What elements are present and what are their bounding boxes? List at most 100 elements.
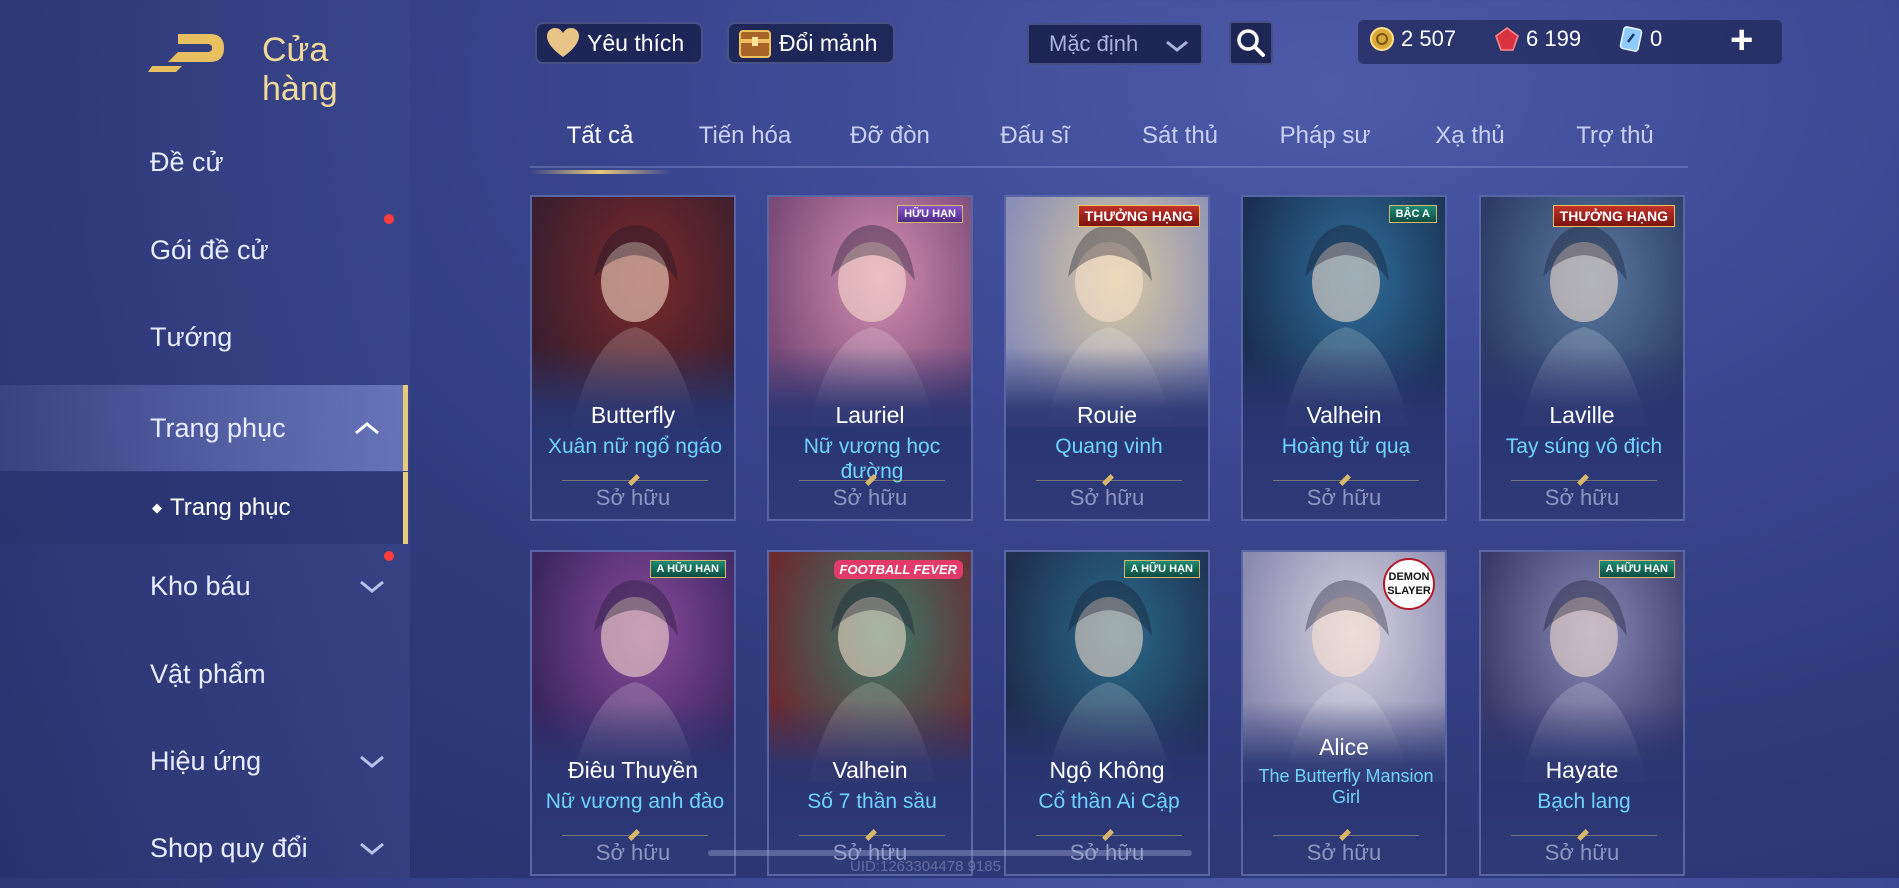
sidebar-item-effects[interactable]: Hiệu ứng	[0, 721, 408, 801]
skin-name: Xuân nữ ngổ ngáo	[547, 435, 723, 458]
skin-badge: A HỮU HẠN	[1598, 560, 1675, 578]
sort-dropdown[interactable]: Mặc định	[1027, 23, 1203, 65]
hero-name: Valhein	[832, 757, 908, 783]
add-currency-button[interactable]: +	[1730, 20, 1753, 60]
chevron-down-icon	[360, 755, 384, 768]
category-tabs: Tất cả Tiến hóa Đỡ đòn Đấu sĩ Sát thủ Ph…	[530, 112, 1688, 174]
gold-coin-icon	[1370, 27, 1394, 51]
hero-name: Butterfly	[590, 402, 676, 428]
skin-card[interactable]: THƯỞNG HẠNG Laville Tay súng vô địch Sở hữu	[1479, 195, 1685, 521]
skin-badge: THƯỞNG HẠNG	[1552, 205, 1675, 227]
owned-status: Sở hữu	[832, 485, 908, 510]
tab-evolution[interactable]: Tiến hóa	[675, 122, 815, 150]
hero-name: Ngộ Không	[1049, 757, 1165, 783]
gem-amount: 6 199	[1526, 26, 1582, 51]
owned-status: Sở hữu	[595, 485, 671, 510]
skin-name: Bạch lang	[1537, 790, 1631, 813]
sidebar-subitem-skins[interactable]: ◆ Trang phục	[0, 472, 408, 544]
skin-badge: FOOTBALL FEVER	[833, 560, 963, 579]
search-icon	[1237, 29, 1265, 57]
tab-label: Tất cả	[566, 122, 634, 149]
skin-card[interactable]: FOOTBALL FEVER Valhein Số 7 thần sầu Sở hữu	[767, 550, 973, 876]
active-tab-indicator	[530, 170, 670, 174]
sidebar-item-label: Kho báu	[150, 570, 251, 601]
owned-status: Sở hữu	[1069, 485, 1145, 510]
owned-status: Sở hữu	[1306, 840, 1382, 865]
hero-name: Điêu Thuyền	[568, 757, 698, 783]
hero-name: Valhein	[1306, 402, 1382, 428]
owned-status: Sở hữu	[1544, 840, 1620, 865]
sidebar-item-label: Trang phục	[150, 412, 286, 443]
skin-card[interactable]: A HỮU HẠN Hayate Bạch lang Sở hữu	[1479, 550, 1685, 876]
voucher-amount: 0	[1650, 26, 1663, 51]
sidebar-item-label: Hiệu ứng	[150, 745, 262, 776]
sidebar-item-heroes[interactable]: Tướng	[0, 297, 408, 377]
owned-status: Sở hữu	[1306, 485, 1382, 510]
favorite-button[interactable]: Yêu thích	[535, 22, 703, 64]
sidebar-item-label: Tướng	[150, 321, 233, 352]
skin-name: Cổ thần Ai Cập	[1038, 790, 1180, 813]
gold-balance: 2 507	[1369, 26, 1456, 52]
skin-card[interactable]: BẬC A Valhein Hoàng tử quạ Sở hữu	[1241, 195, 1447, 521]
skin-name: Nữ vương anh đào	[545, 790, 725, 813]
notification-dot	[384, 551, 394, 561]
skin-badge: BẬC A	[1388, 205, 1437, 223]
skin-name: The Butterfly Mansion Girl	[1258, 766, 1434, 807]
sidebar-item-label: Đề cử	[150, 146, 224, 177]
chest-icon	[739, 30, 771, 58]
owned-status: Sở hữu	[595, 840, 671, 865]
skin-badge: DEMON SLAYER	[1383, 558, 1435, 610]
tab-marksman[interactable]: Xạ thủ	[1400, 122, 1540, 150]
sidebar-item-treasure[interactable]: Kho báu	[0, 546, 408, 626]
sidebar-item-recommended-packs[interactable]: Gói đề cử	[0, 210, 408, 290]
skin-card[interactable]: DEMON SLAYER Alice The Butterfly Mansion G…	[1241, 550, 1447, 876]
uid-watermark: UID:1263304478 9185	[850, 858, 1001, 875]
scroll-indicator	[708, 850, 1192, 856]
skin-badge: HỮU HẠN	[897, 205, 963, 223]
gem-balance: 6 199	[1494, 26, 1581, 52]
skin-card[interactable]: THƯỞNG HẠNG Rouie Quang vinh Sở hữu	[1004, 195, 1210, 521]
hero-name: Alice	[1319, 734, 1369, 760]
voucher-icon	[1619, 26, 1643, 52]
sidebar: Cửa hàng Đề cử Gói đề cử Tướng Trang phụ…	[0, 0, 410, 878]
tab-assassin[interactable]: Sát thủ	[1110, 122, 1250, 150]
tab-support[interactable]: Trợ thủ	[1545, 122, 1685, 150]
sidebar-item-exchange-shop[interactable]: Shop quy đổi	[0, 808, 408, 888]
sidebar-item-skins[interactable]: Trang phục	[0, 385, 408, 471]
search-button[interactable]	[1229, 21, 1273, 65]
back-button[interactable]	[148, 28, 228, 72]
sidebar-subitem-label: Trang phục	[170, 494, 291, 521]
skin-name: Số 7 thần sầu	[807, 790, 937, 813]
sidebar-item-label: Gói đề cử	[150, 234, 269, 265]
exchange-fragments-button[interactable]: Đổi mảnh	[727, 22, 895, 64]
heart-icon	[547, 28, 579, 57]
skin-name: Hoàng tử quạ	[1281, 435, 1411, 458]
skin-name: Quang vinh	[1055, 435, 1163, 458]
hero-name: Lauriel	[835, 402, 905, 428]
hero-name: Hayate	[1545, 757, 1619, 783]
chevron-up-icon	[355, 422, 379, 435]
sidebar-item-recommended[interactable]: Đề cử	[0, 122, 408, 202]
tab-fighter[interactable]: Đấu sĩ	[965, 122, 1105, 150]
skin-card[interactable]: HỮU HẠN Lauriel Nữ vương học đường Sở hữu	[767, 195, 973, 521]
skin-card[interactable]: Butterfly Xuân nữ ngổ ngáo Sở hữu	[530, 195, 736, 521]
sidebar-item-label: Vật phẩm	[150, 658, 266, 689]
skin-badge: A HỮU HẠN	[1123, 560, 1200, 578]
sidebar-item-items[interactable]: Vật phẩm	[0, 634, 408, 714]
chevron-down-icon	[1166, 40, 1188, 52]
ruby-gem-icon	[1495, 27, 1519, 51]
tab-mage[interactable]: Pháp sư	[1255, 122, 1395, 150]
skin-card[interactable]: A HỮU HẠN Điêu Thuyền Nữ vương anh đào Sở h…	[530, 550, 736, 876]
favorite-label: Yêu thích	[587, 29, 685, 56]
bullet-icon: ◆	[152, 500, 162, 515]
tab-tank[interactable]: Đỡ đòn	[820, 122, 960, 150]
owned-status: Sở hữu	[1544, 485, 1620, 510]
chevron-down-icon	[360, 842, 384, 855]
skin-badge: THƯỞNG HẠNG	[1077, 205, 1200, 227]
gold-amount: 2 507	[1401, 26, 1457, 51]
page-title: Cửa hàng	[262, 31, 338, 108]
notification-dot	[384, 214, 394, 224]
skin-card[interactable]: A HỮU HẠN Ngộ Không Cổ thần Ai Cập Sở hữu	[1004, 550, 1210, 876]
tab-all[interactable]: Tất cả	[530, 122, 670, 174]
exchange-label: Đổi mảnh	[779, 29, 878, 56]
